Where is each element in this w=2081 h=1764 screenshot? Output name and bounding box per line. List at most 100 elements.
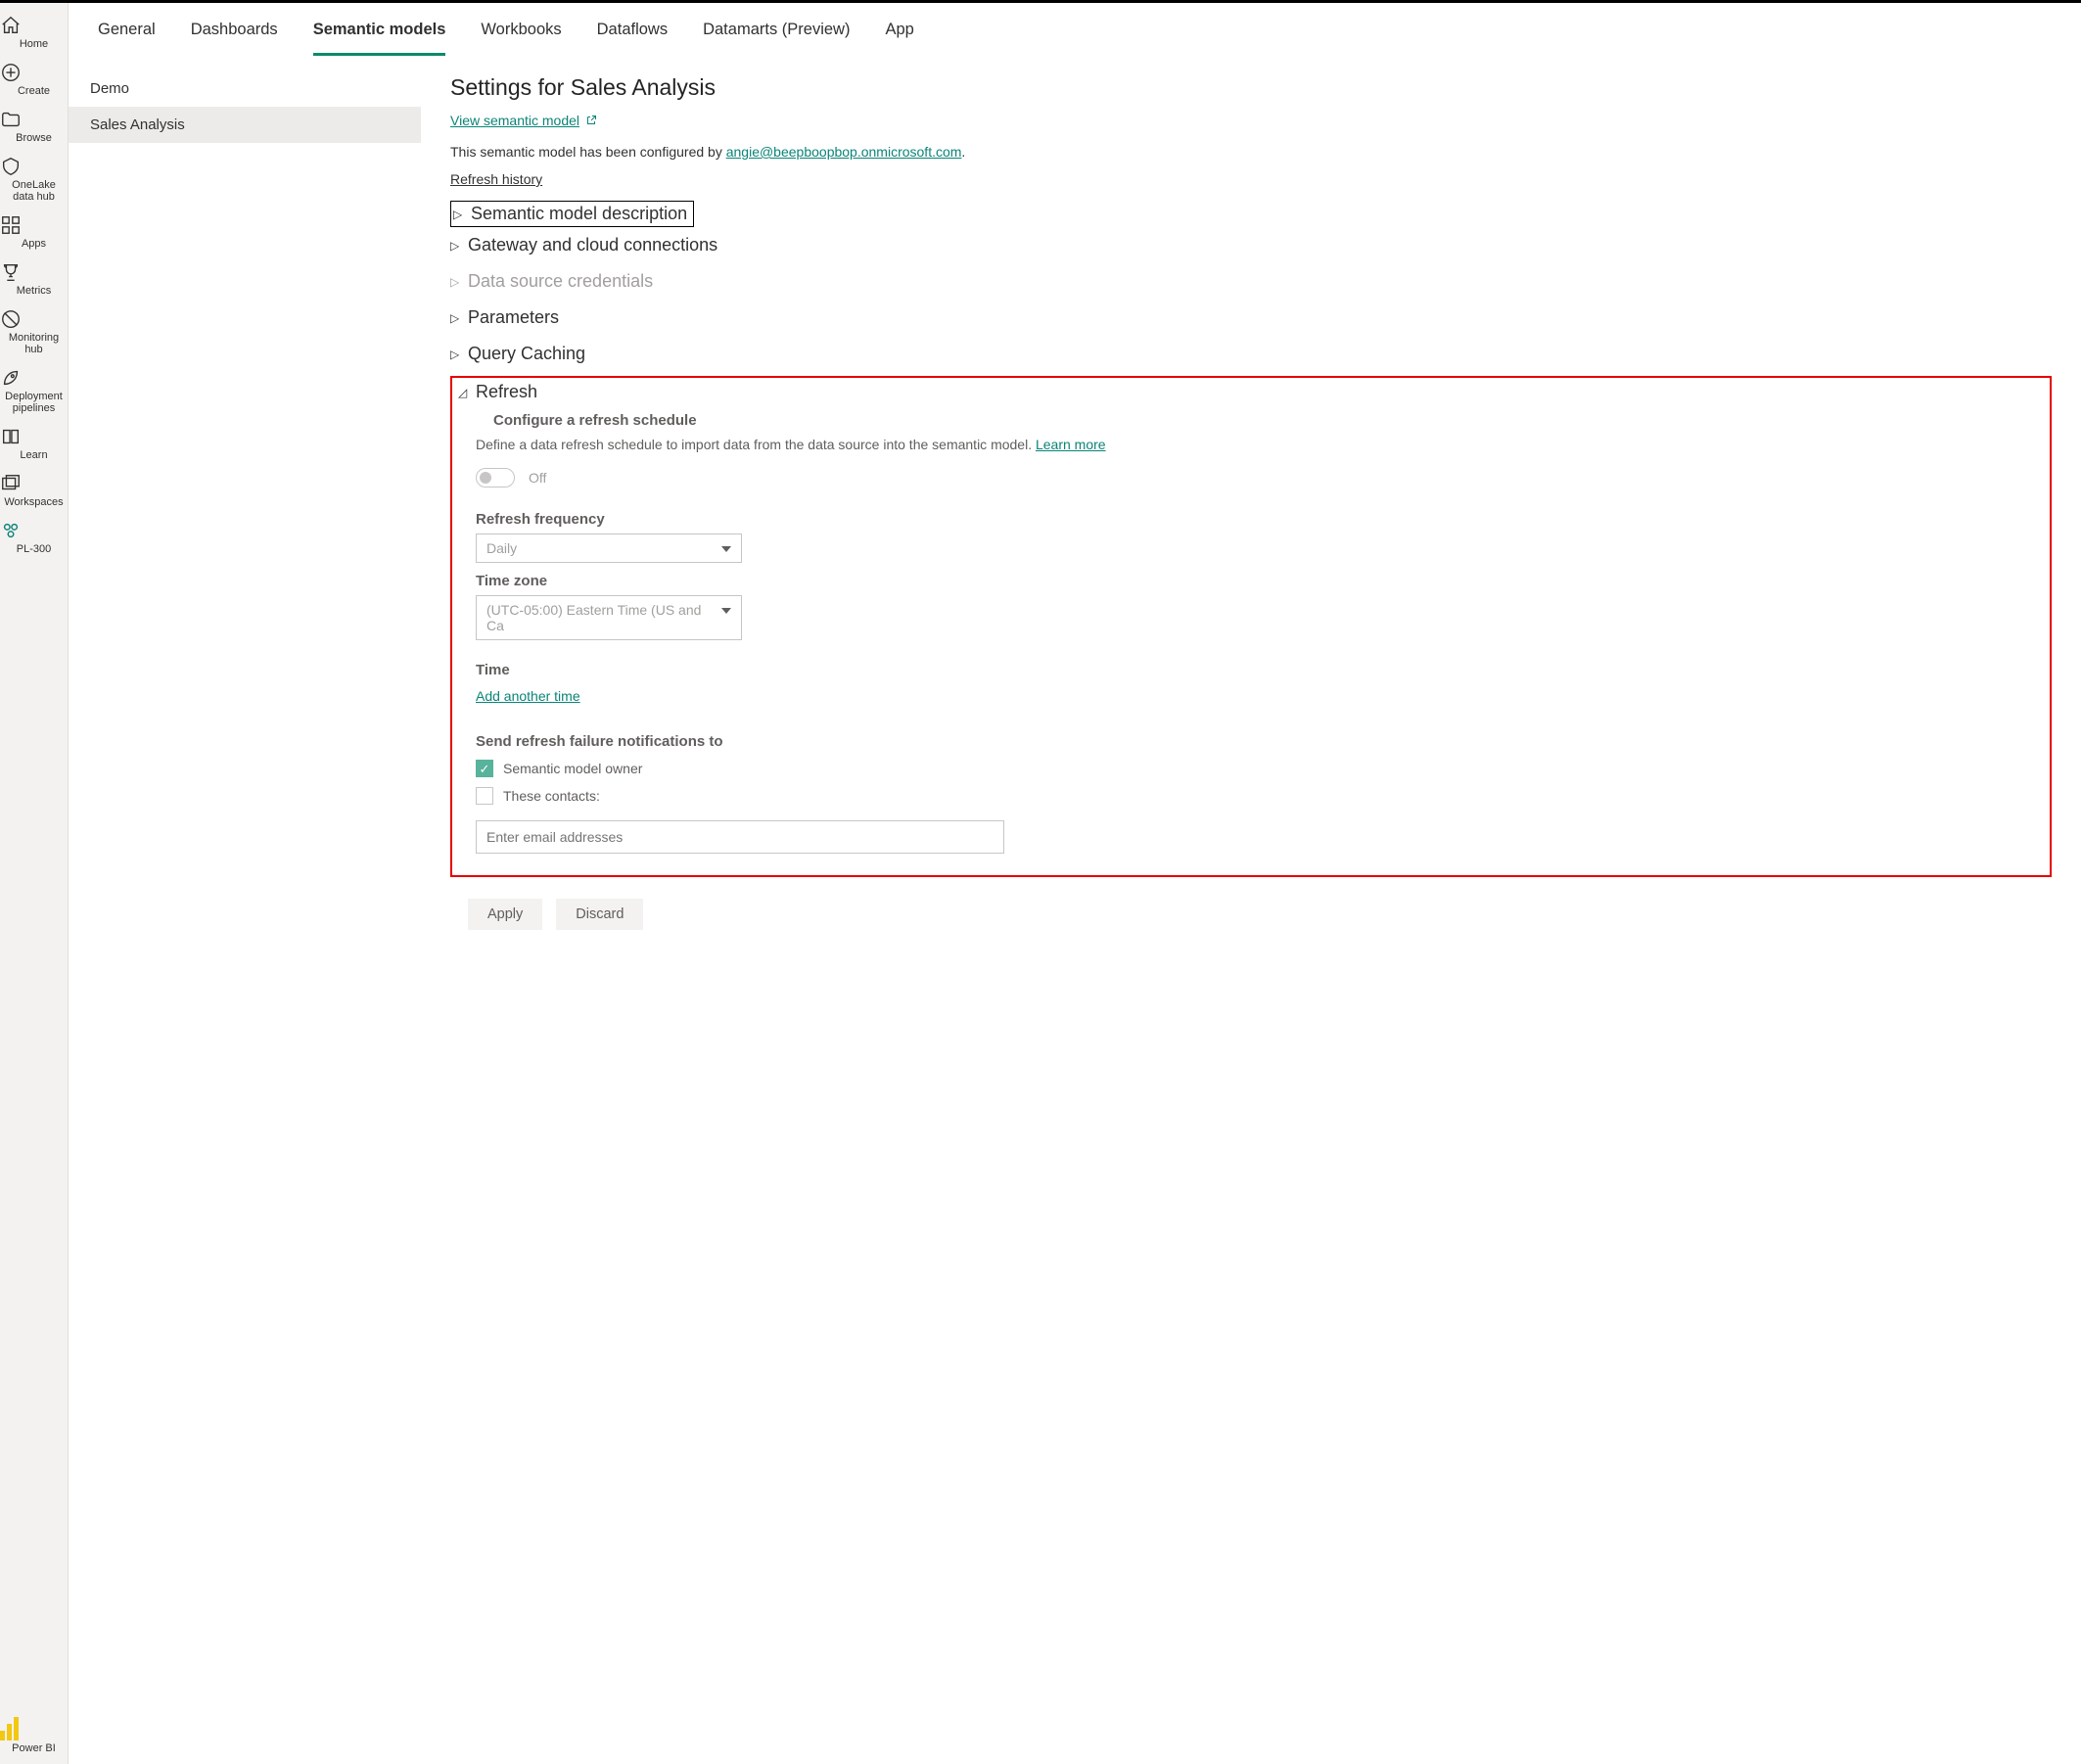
refresh-body: Configure a refresh schedule Define a da… (476, 412, 2036, 854)
configured-by-suffix: . (961, 144, 965, 160)
main-area: General Dashboards Semantic models Workb… (69, 3, 2081, 1764)
refresh-toggle[interactable] (476, 468, 515, 487)
nav-rail: Home Create Browse OneLake data hub Apps (0, 3, 69, 1764)
onelake-icon (0, 156, 68, 177)
list-item-sales-analysis[interactable]: Sales Analysis (69, 107, 421, 143)
trophy-icon (0, 261, 68, 283)
notify-label: Send refresh failure notifications to (476, 733, 2036, 750)
learn-more-link[interactable]: Learn more (1036, 437, 1106, 452)
chevron-right-icon: ▷ (450, 239, 462, 253)
refresh-history-link[interactable]: Refresh history (450, 171, 542, 187)
email-input[interactable] (476, 820, 1004, 854)
detail-panel: Settings for Sales Analysis View semanti… (421, 57, 2081, 1764)
nav-pl300[interactable]: PL-300 (0, 514, 68, 561)
open-external-icon (585, 115, 597, 126)
book-icon (0, 426, 68, 447)
tab-app[interactable]: App (885, 21, 913, 56)
nav-create[interactable]: Create (0, 56, 68, 103)
tab-strip: General Dashboards Semantic models Workb… (69, 3, 2081, 57)
content-row: Demo Sales Analysis Settings for Sales A… (69, 57, 2081, 1764)
view-semantic-model-link[interactable]: View semantic model (450, 113, 597, 128)
notify-owner-row: Semantic model owner (476, 760, 2036, 777)
refresh-toggle-label: Off (529, 470, 546, 486)
nav-label: OneLake data hub (12, 179, 56, 203)
nav-powerbi-brand[interactable]: Power BI (0, 1711, 68, 1764)
refresh-subheading: Configure a refresh schedule (493, 412, 2036, 429)
view-link-text: View semantic model (450, 113, 579, 128)
tab-workbooks[interactable]: Workbooks (481, 21, 561, 56)
nav-onelake[interactable]: OneLake data hub (0, 150, 68, 209)
accordion-label: Refresh (476, 382, 537, 402)
rocket-icon (0, 367, 68, 389)
nav-label: Workspaces (4, 496, 63, 508)
nav-deployment[interactable]: Deployment pipelines (0, 361, 68, 420)
refresh-highlight-box: ◿ Refresh Configure a refresh schedule D… (450, 376, 2052, 877)
apply-button[interactable]: Apply (468, 899, 542, 930)
discard-button[interactable]: Discard (556, 899, 643, 930)
list-item-demo[interactable]: Demo (69, 70, 421, 107)
nav-label: Home (20, 38, 48, 50)
nav-label: Power BI (12, 1742, 56, 1754)
configured-by-line: This semantic model has been configured … (450, 144, 2052, 160)
accordion-caching[interactable]: ▷ Query Caching (450, 336, 2052, 372)
time-label: Time (476, 662, 2036, 678)
notify-contacts-checkbox[interactable] (476, 787, 493, 805)
nav-learn[interactable]: Learn (0, 420, 68, 467)
add-time-link[interactable]: Add another time (476, 688, 580, 704)
accordion-description[interactable]: ▷ Semantic model description (450, 201, 694, 227)
nav-label: Browse (16, 132, 52, 144)
tab-general[interactable]: General (98, 21, 156, 56)
folder-icon (0, 109, 68, 130)
refresh-toggle-row: Off (476, 468, 2036, 487)
plus-circle-icon (0, 62, 68, 83)
nav-label: Metrics (17, 285, 51, 297)
tab-dashboards[interactable]: Dashboards (191, 21, 278, 56)
freq-label: Refresh frequency (476, 511, 2036, 528)
notify-owner-checkbox[interactable] (476, 760, 493, 777)
chevron-right-icon: ▷ (453, 208, 465, 221)
nav-workspaces[interactable]: Workspaces (0, 467, 68, 514)
chevron-right-icon: ▷ (450, 311, 462, 325)
nav-label: Create (18, 85, 50, 97)
monitoring-icon (0, 308, 68, 330)
configured-by-prefix: This semantic model has been configured … (450, 144, 726, 160)
nav-label: PL-300 (17, 543, 51, 555)
tab-datamarts[interactable]: Datamarts (Preview) (703, 21, 850, 56)
accordion-parameters[interactable]: ▷ Parameters (450, 300, 2052, 336)
nav-apps[interactable]: Apps (0, 209, 68, 255)
tz-select[interactable]: (UTC-05:00) Eastern Time (US and Ca (476, 595, 742, 640)
tab-dataflows[interactable]: Dataflows (597, 21, 668, 56)
chevron-down-icon: ◿ (458, 386, 470, 399)
accordion-label: Semantic model description (471, 204, 687, 224)
refresh-desc: Define a data refresh schedule to import… (476, 437, 2036, 452)
button-row: Apply Discard (468, 899, 2052, 930)
notify-contacts-text: These contacts: (503, 788, 600, 804)
accordion-refresh[interactable]: ◿ Refresh (458, 380, 2036, 406)
freq-select[interactable]: Daily (476, 534, 742, 563)
nav-monitoring[interactable]: Monitoring hub (0, 302, 68, 361)
nav-home[interactable]: Home (0, 9, 68, 56)
notify-owner-text: Semantic model owner (503, 761, 642, 776)
accordion-label: Gateway and cloud connections (468, 235, 717, 255)
chevron-right-icon: ▷ (450, 275, 462, 289)
nav-metrics[interactable]: Metrics (0, 255, 68, 302)
workspace-pl300-icon (0, 520, 68, 541)
accordion-label: Parameters (468, 307, 559, 328)
accordion-credentials[interactable]: ▷ Data source credentials (450, 263, 2052, 300)
chevron-right-icon: ▷ (450, 348, 462, 361)
apps-icon (0, 214, 68, 236)
accordion-gateway[interactable]: ▷ Gateway and cloud connections (450, 227, 2052, 263)
powerbi-icon (0, 1717, 68, 1741)
page-title: Settings for Sales Analysis (450, 74, 2052, 101)
nav-label: Learn (20, 449, 47, 461)
workspaces-icon (0, 473, 68, 494)
accordion-label: Data source credentials (468, 271, 653, 292)
nav-label: Monitoring hub (9, 332, 59, 355)
configured-by-email[interactable]: angie@beepboopbop.onmicrosoft.com (726, 144, 962, 160)
refresh-desc-text: Define a data refresh schedule to import… (476, 437, 1036, 452)
app-shell: Home Create Browse OneLake data hub Apps (0, 3, 2081, 1764)
tz-label: Time zone (476, 573, 2036, 589)
tab-semantic-models[interactable]: Semantic models (313, 21, 446, 56)
nav-browse[interactable]: Browse (0, 103, 68, 150)
model-list: Demo Sales Analysis (69, 57, 421, 1764)
